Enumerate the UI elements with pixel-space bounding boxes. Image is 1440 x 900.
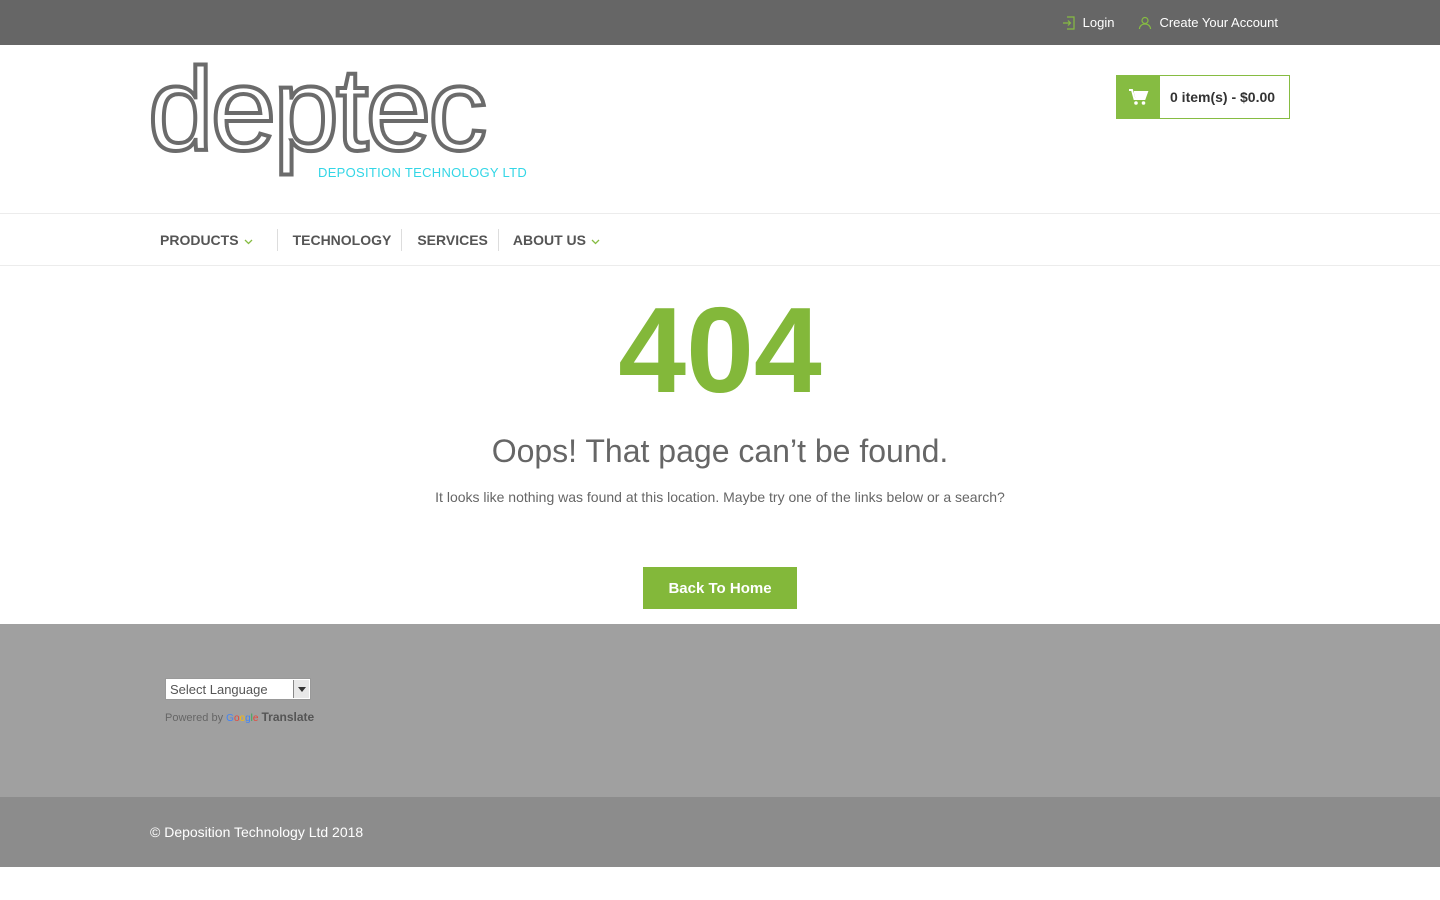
logo-tagline: DEPOSITION TECHNOLOGY LTD: [318, 165, 528, 180]
top-bar: Login Create Your Account: [0, 0, 1440, 45]
cart-icon: [1117, 76, 1160, 118]
logo-wordmark: deptec: [146, 44, 489, 176]
cart-summary: 0 item(s) - $0.00: [1170, 89, 1276, 105]
translate-link[interactable]: Translate: [261, 710, 314, 724]
nav-item-label: ABOUT US: [512, 231, 587, 248]
back-to-home-button[interactable]: Back To Home: [643, 567, 797, 609]
nav-item-label: PRODUCTS: [160, 231, 239, 248]
error-message: It looks like nothing was found at this …: [435, 489, 1005, 505]
nav-item-label: TECHNOLOGY: [292, 231, 392, 248]
site-header: deptec DEPOSITION TECHNOLOGY LTD 0 item(…: [0, 45, 1440, 213]
error-heading: Oops! That page can’t be found.: [491, 433, 949, 469]
login-link[interactable]: Login: [1062, 15, 1115, 30]
copyright-text: © Deposition Technology Ltd 2018: [150, 824, 364, 840]
error-content: 404 Oops! That page can’t be found. It l…: [0, 265, 1440, 624]
language-select[interactable]: Select Language: [165, 678, 311, 700]
error-code: 404: [618, 282, 822, 418]
login-icon: [1062, 15, 1076, 30]
main-navigation: PRODUCTS TECHNOLOGY SERVICES ABOUT US: [0, 213, 1440, 266]
account-links: Login Create Your Account: [1062, 0, 1278, 45]
google-translate-attribution: Powered by Google Translate: [165, 710, 314, 724]
nav-item-products[interactable]: PRODUCTS: [150, 229, 277, 251]
language-select-value: Select Language: [170, 682, 268, 697]
nav-item-technology[interactable]: TECHNOLOGY: [276, 228, 402, 251]
nav-item-label: SERVICES: [417, 231, 488, 248]
powered-by-label: Powered by: [165, 712, 224, 724]
login-label: Login: [1082, 15, 1115, 30]
create-account-link[interactable]: Create Your Account: [1138, 15, 1278, 30]
chevron-down-icon: [591, 232, 600, 248]
nav-item-about-us[interactable]: ABOUT US: [497, 228, 610, 251]
google-logo: Google: [226, 713, 259, 724]
footer-bottom-bar: © Deposition Technology Ltd 2018: [0, 797, 1440, 867]
site-logo[interactable]: deptec DEPOSITION TECHNOLOGY LTD: [146, 49, 562, 187]
chevron-down-icon: [244, 232, 253, 248]
site-footer: Select Language Powered by Google Transl…: [0, 624, 1440, 797]
cart-button[interactable]: 0 item(s) - $0.00: [1116, 75, 1290, 119]
create-account-label: Create Your Account: [1159, 15, 1278, 30]
dropdown-arrow-icon: [293, 680, 309, 698]
user-icon: [1138, 16, 1152, 30]
nav-item-services[interactable]: SERVICES: [401, 228, 498, 251]
